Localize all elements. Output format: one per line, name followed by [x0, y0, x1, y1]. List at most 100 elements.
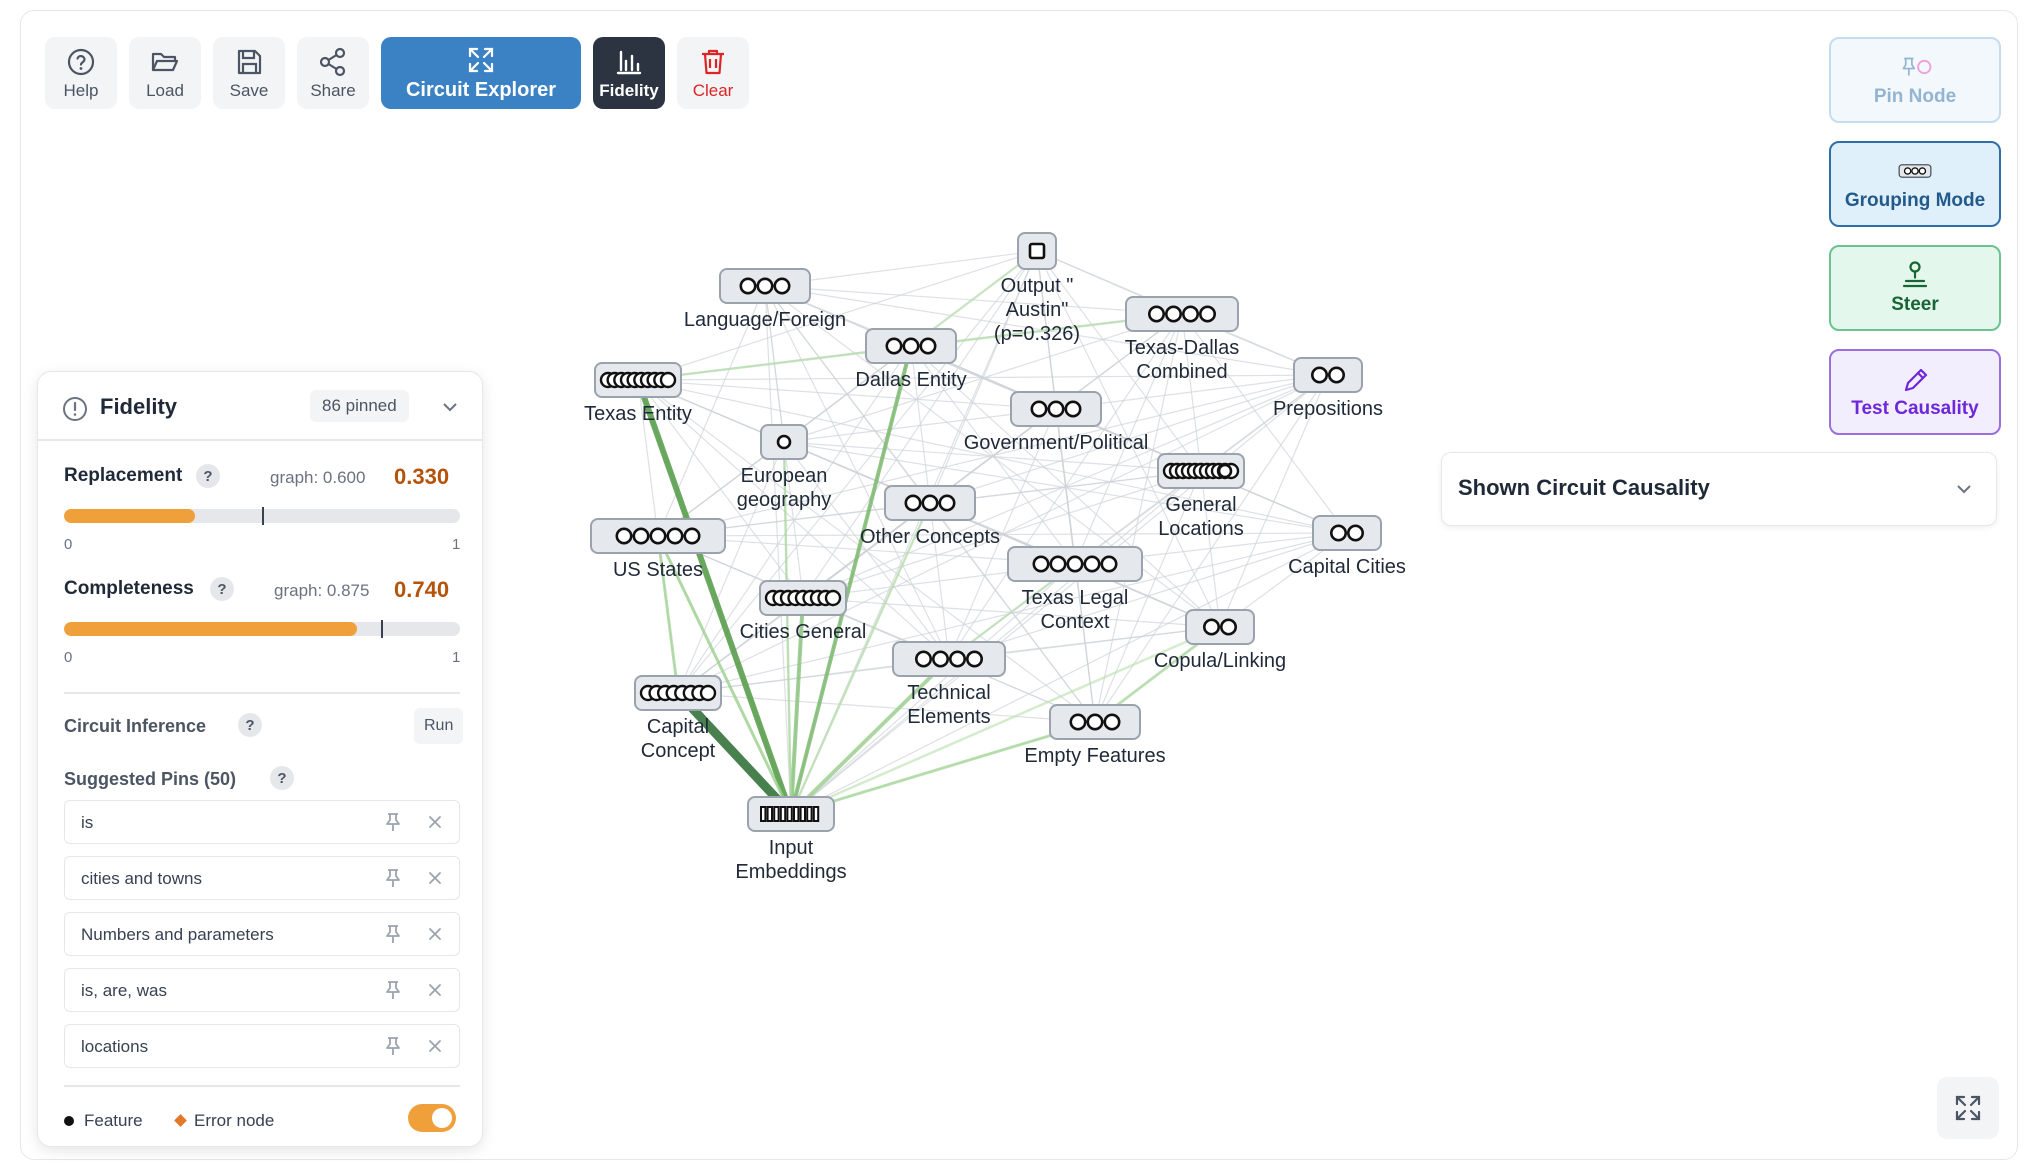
- graph-node-label: European geography: [737, 464, 832, 512]
- graph-node[interactable]: [1312, 515, 1382, 551]
- feature-circle-icon: [948, 650, 966, 668]
- graph-node[interactable]: [590, 518, 726, 554]
- graph-node[interactable]: [634, 675, 722, 711]
- suggested-pin-label: is, are, was: [81, 981, 167, 1000]
- close-icon[interactable]: [427, 982, 443, 998]
- pin-icon[interactable]: [383, 1036, 403, 1056]
- graph-node[interactable]: [760, 424, 808, 460]
- graph-node[interactable]: [1293, 357, 1363, 393]
- feature-circle-icon: [683, 527, 701, 545]
- feature-circle-icon: [773, 277, 791, 295]
- graph-node[interactable]: [1007, 546, 1143, 582]
- fidelity-panel: Fidelity 86 pinned Replacement ? graph: …: [37, 371, 483, 1147]
- graph-node-label: Capital Concept: [641, 715, 716, 763]
- suggested-pin-row[interactable]: is: [64, 800, 460, 844]
- feature-circle-icon: [1220, 618, 1238, 636]
- embedding-bar-icon: [793, 806, 800, 822]
- replacement-label: Replacement: [64, 465, 183, 486]
- graph-node-label: Cities General: [740, 620, 867, 644]
- suggested-pins-help[interactable]: ?: [270, 766, 294, 790]
- pin-icon[interactable]: [383, 980, 403, 1000]
- suggested-pin-row[interactable]: locations: [64, 1024, 460, 1068]
- graph-node[interactable]: [1157, 453, 1245, 489]
- graph-node-label: Capital Cities: [1288, 555, 1406, 579]
- suggested-pin-label: is: [81, 813, 94, 832]
- graph-node-box[interactable]: [1185, 609, 1255, 645]
- graph-node-label-line: Capital Cities: [1288, 556, 1406, 578]
- feature-circle-icon: [615, 527, 633, 545]
- feature-circle-icon: [1347, 524, 1365, 542]
- graph-node-box[interactable]: [892, 641, 1006, 677]
- graph-node[interactable]: [892, 641, 1006, 677]
- graph-node-label-line: geography: [736, 489, 832, 511]
- graph-node-label-line: Texas Legal: [1021, 587, 1129, 609]
- graph-node[interactable]: [865, 328, 957, 364]
- graph-node[interactable]: [1010, 391, 1102, 427]
- graph-node-label-line: Input: [768, 837, 814, 859]
- completeness-graph-value: graph: 0.875: [274, 581, 370, 600]
- chevron-down-icon[interactable]: [440, 397, 460, 417]
- feature-circle-icon: [1165, 305, 1183, 323]
- suggested-pin-row[interactable]: cities and towns: [64, 856, 460, 900]
- graph-node[interactable]: [1049, 704, 1141, 740]
- graph-node-label-line: Dallas Entity: [855, 369, 967, 391]
- graph-node-label-line: Empty Features: [1024, 745, 1166, 767]
- graph-edge: [637, 379, 1057, 410]
- error-node-toggle[interactable]: [408, 1104, 456, 1132]
- graph-node[interactable]: [1185, 609, 1255, 645]
- close-icon[interactable]: [427, 926, 443, 942]
- close-icon[interactable]: [427, 870, 443, 886]
- graph-node[interactable]: [719, 268, 811, 304]
- graph-node[interactable]: [1125, 296, 1239, 332]
- feature-circle-icon: [1330, 524, 1348, 542]
- close-icon[interactable]: [427, 1038, 443, 1054]
- feature-circle-icon: [914, 650, 932, 668]
- graph-node-label: Copula/Linking: [1154, 649, 1286, 673]
- replacement-graph-marker: [262, 507, 264, 525]
- graph-node-label-line: Copula/Linking: [1153, 650, 1287, 672]
- graph-node[interactable]: [759, 580, 847, 616]
- graph-node-label: Texas Entity: [584, 402, 692, 426]
- embedding-bar-icon: [760, 806, 767, 822]
- error-node-diamond-icon: [174, 1114, 187, 1127]
- graph-node-label-line: Output ": [1000, 275, 1074, 297]
- suggested-pin-row[interactable]: Numbers and parameters: [64, 912, 460, 956]
- completeness-graph-marker: [380, 620, 383, 638]
- error-node-legend-label: Error node: [194, 1111, 275, 1130]
- replacement-help[interactable]: ?: [196, 464, 220, 488]
- close-icon[interactable]: [427, 814, 443, 830]
- feature-dot-icon: [64, 1116, 74, 1126]
- embedding-bar-icon: [773, 806, 780, 822]
- divider: [64, 1085, 460, 1087]
- circuit-inference-label: Circuit Inference: [64, 716, 207, 736]
- graph-node[interactable]: [594, 362, 682, 398]
- suggested-pin-row[interactable]: is, are, was: [64, 968, 460, 1012]
- feature-circle-icon: [1182, 305, 1200, 323]
- feature-circle-icon: [931, 650, 949, 668]
- feature-circle-icon: [824, 589, 842, 607]
- graph-node-box[interactable]: [1312, 515, 1382, 551]
- feature-circle-icon: [1311, 366, 1329, 384]
- graph-node-label-line: Prepositions: [1272, 398, 1384, 420]
- pin-icon[interactable]: [383, 868, 403, 888]
- graph-node[interactable]: [884, 485, 976, 521]
- graph-node-label: Texas Legal Context: [1022, 586, 1129, 634]
- pin-icon[interactable]: [383, 924, 403, 944]
- graph-node[interactable]: [1017, 232, 1057, 270]
- suggested-pin-label: locations: [81, 1037, 149, 1056]
- graph-node[interactable]: [747, 796, 835, 832]
- suggested-pin-label: cities and towns: [81, 869, 202, 888]
- completeness-help[interactable]: ?: [210, 577, 234, 601]
- graph-node-label: Output " Austin" (p=0.326): [994, 274, 1080, 346]
- circuit-inference-help[interactable]: ?: [238, 713, 262, 737]
- pin-icon[interactable]: [383, 812, 403, 832]
- feature-circle-icon: [1049, 555, 1067, 573]
- toggle-knob: [432, 1108, 452, 1128]
- run-button[interactable]: Run: [414, 708, 464, 744]
- graph-node-label-line: Texas Entity: [584, 403, 692, 425]
- feature-circle-icon: [1066, 555, 1084, 573]
- graph-node-box[interactable]: [1125, 296, 1239, 332]
- graph-node-label-line: Context: [1040, 611, 1110, 633]
- replacement-graph-value: graph: 0.600: [270, 468, 366, 487]
- graph-node-box[interactable]: [1293, 357, 1363, 393]
